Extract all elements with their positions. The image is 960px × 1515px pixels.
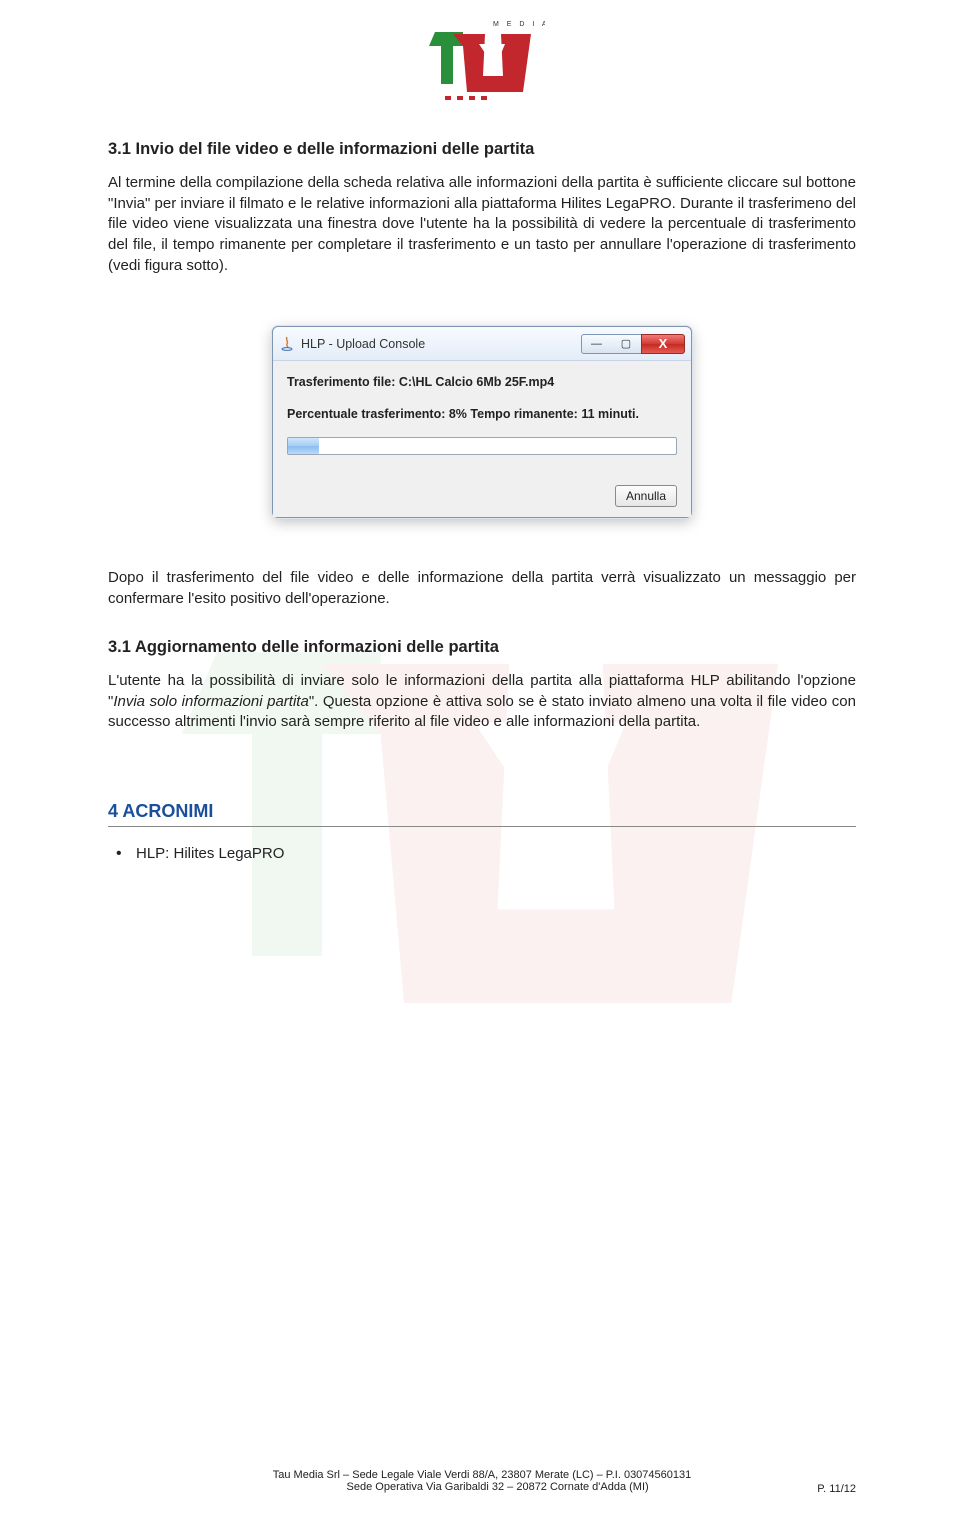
pct-value: 8%	[449, 407, 467, 421]
close-button[interactable]: X	[641, 334, 685, 354]
progress-fill	[288, 438, 319, 454]
tau-media-logo: M E D I A	[415, 14, 545, 104]
footer-line-1: Tau Media Srl – Sede Legale Viale Verdi …	[108, 1469, 856, 1481]
paragraph-after-transfer: Dopo il trasferimento del file video e d…	[108, 568, 856, 609]
page-number: P. 11/12	[817, 1483, 856, 1495]
titlebar: HLP - Upload Console — ▢ X	[273, 327, 691, 361]
page-footer: Tau Media Srl – Sede Legale Viale Verdi …	[108, 1469, 856, 1495]
text: Al termine della compilazione della sche…	[108, 174, 856, 191]
acronym-item: HLP: Hilites LegaPRO	[136, 845, 856, 862]
paragraph-aggiornamento: L'utente ha la possibilità di inviare so…	[108, 671, 856, 733]
transfer-file-line: Trasferimento file: C:\HL Calcio 6Mb 25F…	[287, 375, 677, 389]
footer-line-2: Sede Operativa Via Garibaldi 32 – 20872 …	[108, 1481, 817, 1495]
java-icon	[279, 336, 295, 352]
file-path-value: C:\HL Calcio 6Mb 25F.mp4	[399, 375, 554, 389]
minimize-button[interactable]: —	[581, 334, 611, 354]
paragraph-invio: Al termine della compilazione della sche…	[108, 173, 856, 276]
transfer-status-line: Percentuale trasferimento: 8% Tempo rima…	[287, 407, 677, 421]
heading-3-1-invio: 3.1 Invio del file video e delle informa…	[108, 140, 856, 159]
time-value: 11 minuti.	[581, 407, 639, 421]
time-label: Tempo rimanente:	[467, 407, 581, 421]
svg-text:M E D I A: M E D I A	[493, 21, 545, 28]
text: per inviare il filmato e le relative inf…	[108, 195, 856, 274]
label: Trasferimento file:	[287, 375, 399, 389]
heading-3-1-aggiornamento: 3.1 Aggiornamento delle informazioni del…	[108, 638, 856, 657]
maximize-button[interactable]: ▢	[611, 334, 641, 354]
quote-invia: "Invia"	[108, 195, 150, 212]
pct-label: Percentuale trasferimento:	[287, 407, 449, 421]
window-title: HLP - Upload Console	[301, 337, 581, 351]
heading-rule	[108, 826, 856, 827]
quote-invia-solo-info: Invia solo informazioni partita	[113, 693, 308, 710]
upload-dialog-figure: HLP - Upload Console — ▢ X Trasferimento…	[108, 326, 856, 518]
cancel-button[interactable]: Annulla	[615, 485, 677, 507]
heading-4-acronimi: 4 ACRONIMI	[108, 801, 856, 822]
upload-console-window: HLP - Upload Console — ▢ X Trasferimento…	[272, 326, 692, 518]
progress-bar	[287, 437, 677, 455]
